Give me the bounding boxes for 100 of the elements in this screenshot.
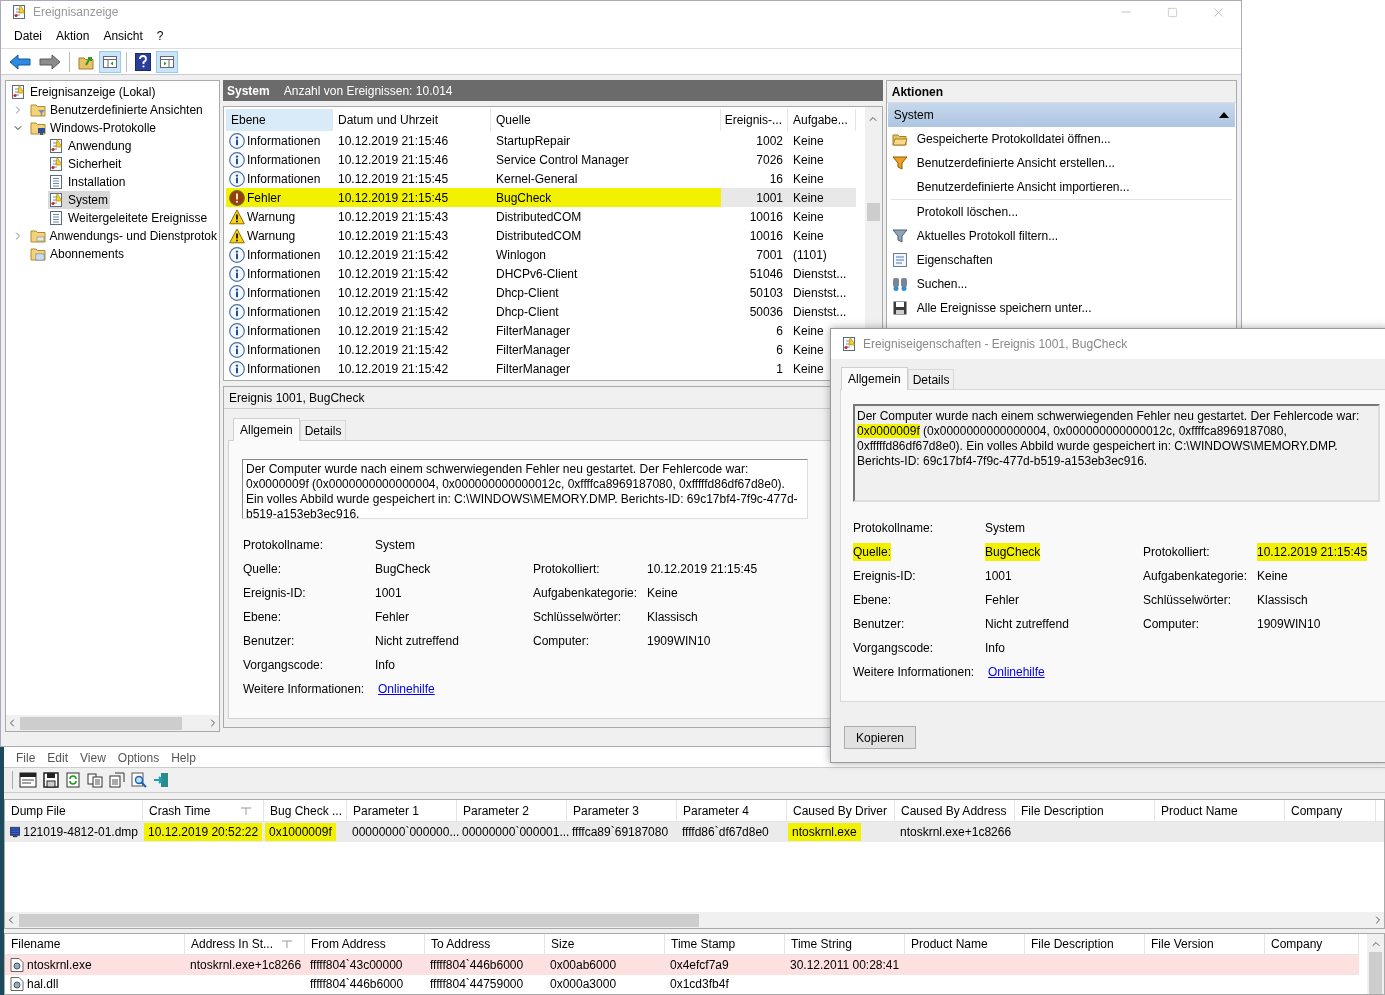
field-value: Klassisch (647, 609, 698, 626)
table-cell-text: 51046 (749, 265, 783, 283)
table-cell-text: DHCPv6-Client (496, 265, 578, 283)
field-value: System (985, 520, 1025, 537)
dialog-title: Ereigniseigenschaften - Ereignis 1001, BugCheck (863, 336, 1128, 353)
preview-title: Ereignis 1001, BugCheck (229, 389, 365, 407)
table-cell-text: 7001 (756, 246, 783, 264)
table-cell-text: Dhcp-Client (496, 303, 559, 321)
table-cell-text: Dienstst... (793, 265, 847, 283)
field-value: 1909WIN10 (1257, 616, 1321, 633)
table-cell-text: Keine (793, 132, 824, 150)
field-value: Info (985, 640, 1005, 657)
table-cell-text: 0x4efcf7a9 (670, 957, 729, 974)
table-cell-text: Fehler (247, 189, 281, 207)
table-cell-text: 0x000a3000 (550, 976, 617, 994)
table-cell-text: Keine (793, 189, 824, 207)
table-cell-text: Keine (793, 341, 824, 359)
table-cell-text: 10016 (749, 208, 783, 226)
log-title: System (227, 82, 270, 100)
table-cell-text: 1001 (756, 189, 783, 207)
table-cell-text: Service Control Manager (496, 151, 629, 169)
field-value: 1001 (985, 568, 1012, 585)
table-cell-text: 6 (776, 322, 783, 340)
field-label: Benutzer: (853, 616, 905, 633)
field-value: 10.12.2019 21:15:45 (647, 561, 758, 578)
field-label: Weitere Informationen: (853, 664, 975, 681)
field-value: Klassisch (1257, 592, 1308, 609)
field-label: Protokolliert: (533, 561, 600, 578)
field-value: 1909WIN10 (647, 633, 711, 650)
table-cell-text: 121019-4812-01.dmp (23, 824, 138, 841)
table-cell-text: Informationen (247, 360, 321, 378)
event-message: Der Computer wurde nach einem schwerwiegenden Fehler neu gestartet. Der Fehlercode war: 0x0000009f (0x0000000000000004, 0x000000000000012c, 0xffffca8969187080, 0xfffffd86df67d8e0). Ein volles Abbild wurde gespeichert in: C:\WINDOWS\MEMORY.DMP. Berichts-ID: 69c17bf4-7f9c-477d-b519-a153eb3ec916. (242, 459, 808, 519)
field-label: Computer: (533, 633, 590, 650)
table-cell-text: 50103 (749, 284, 783, 302)
field-value: Fehler (375, 609, 409, 626)
field-label: Ereignis-ID: (243, 585, 306, 602)
table-cell-text: Warnung (247, 208, 296, 226)
field-value: Nicht zutreffend (985, 616, 1069, 633)
field-label: Computer: (1143, 616, 1200, 633)
table-cell-text: Keine (793, 170, 824, 188)
table-cell-text: 10.12.2019 21:15:45 (338, 170, 449, 188)
table-cell-text: 10016 (749, 227, 783, 245)
event-message: Der Computer wurde nach einem schwerwiegenden Fehler neu gestartet. Der Fehlercode war: 0x0000009f (0x0000000000000004, 0x000000000000012c, 0xffffca8969187080, 0xfffffd86df67d8e0). Ein volles Abbild wurde gespeichert in: C:\WINDOWS\MEMORY.DMP. Berichts-ID: 69c17bf4-7f9c-477d-b519-a153eb3ec916. (853, 404, 1380, 502)
table-cell-text: Informationen (247, 132, 321, 150)
table-cell-text: ffffd86`df67d8e0 (682, 824, 769, 841)
field-label: Schlüsselwörter: (1143, 592, 1232, 609)
field-label: Weitere Informationen: (243, 681, 365, 698)
table-cell-text: Warnung (247, 227, 296, 245)
table-cell-text: 10.12.2019 21:15:43 (338, 227, 449, 245)
field-value: BugCheck (375, 561, 431, 578)
table-cell-text: 10.12.2019 21:15:42 (338, 360, 449, 378)
table-cell-text: 10.12.2019 21:15:42 (338, 341, 449, 359)
table-cell-text: DistributedCOM (496, 208, 582, 226)
field-value: System (375, 537, 415, 554)
field-value: BugCheck (985, 543, 1041, 561)
field-label: Benutzer: (243, 633, 295, 650)
table-cell-text: Keine (793, 227, 824, 245)
field-label: Vorgangscode: (853, 640, 934, 657)
table-cell-text: 16 (769, 170, 783, 188)
table-cell-text: 0x00ab6000 (550, 957, 617, 974)
table-cell-text: fffff804`44759000 (430, 976, 524, 994)
table-cell-text: FilterManager (496, 360, 571, 378)
table-cell-text: 10.12.2019 21:15:42 (338, 303, 449, 321)
table-cell-text: 1 (776, 360, 783, 378)
table-cell-text: (1101) (793, 246, 827, 264)
table-cell-text: Informationen (247, 284, 321, 302)
field-label: Quelle: (243, 561, 282, 578)
field-label: Protokollname: (853, 520, 934, 537)
table-cell-text: Dienstst... (793, 303, 847, 321)
actions-title: Aktionen (891, 83, 944, 101)
table-cell-text: ntoskrnl.exe+1c8266 (900, 824, 1012, 841)
table-cell-text: ffffca89`69187080 (572, 824, 669, 841)
table-cell-text: 6 (776, 341, 783, 359)
table-cell-text: Informationen (247, 303, 321, 321)
table-cell-text: fffff804`446b6000 (310, 976, 404, 994)
table-cell-text: 10.12.2019 21:15:42 (338, 246, 449, 264)
table-cell-text: BugCheck (496, 189, 552, 207)
table-cell-text: 10.12.2019 21:15:42 (338, 322, 449, 340)
table-cell-text: fffff804`446b6000 (430, 957, 524, 974)
field-value: Keine (647, 585, 678, 602)
table-cell-text: 1002 (756, 132, 783, 150)
table-cell-text: 30.12.2011 00:28:41 (790, 957, 900, 974)
field-label: Aufgabenkategorie: (1143, 568, 1248, 585)
field-label: Quelle: (853, 543, 892, 561)
field-label: Ereignis-ID: (853, 568, 916, 585)
table-cell-text: StartupRepair (496, 132, 571, 150)
table-cell-text: Winlogon (496, 246, 547, 264)
field-label: Protokolliert: (1143, 544, 1210, 561)
field-label: Vorgangscode: (243, 657, 324, 674)
field-label: Ebene: (853, 592, 892, 609)
table-cell: 0x1000009f (265, 823, 336, 841)
field-label: Protokollname: (243, 537, 324, 554)
table-cell-text: 50036 (749, 303, 783, 321)
field-label: Ebene: (243, 609, 282, 626)
table-cell-text: Informationen (247, 246, 321, 264)
table-cell-text: 0x1cd3fb4f (670, 976, 729, 994)
table-cell: ntoskrnl.exe (788, 823, 861, 841)
table-cell-text: hal.dll (27, 976, 59, 994)
table-cell-text: DistributedCOM (496, 227, 582, 245)
table-cell-text: 10.12.2019 21:15:46 (338, 151, 449, 169)
